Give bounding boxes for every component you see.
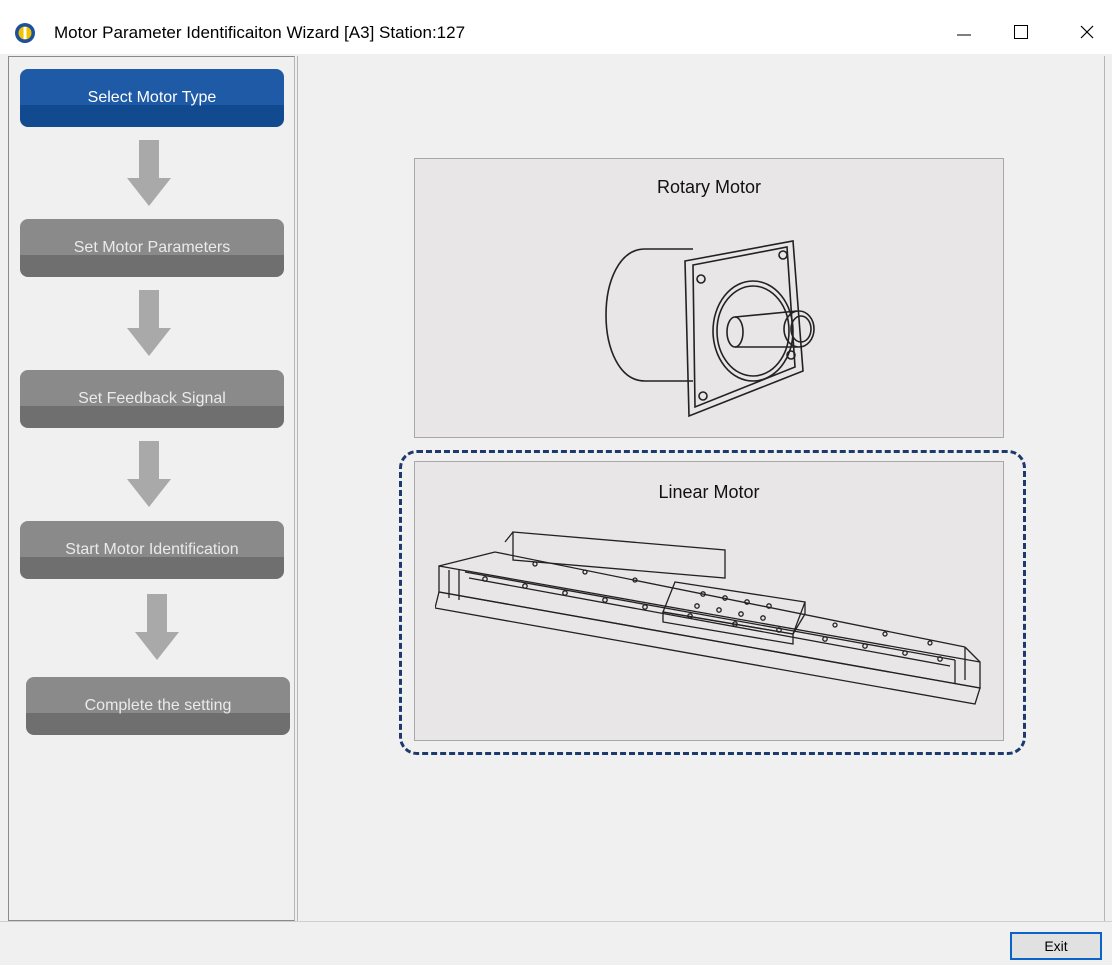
arrow-down-icon [127,140,171,206]
title-bar: Motor Parameter Identificaiton Wizard [A… [0,0,1112,54]
close-icon [1080,25,1094,39]
footer-bar [0,921,1112,965]
rotary-motor-option[interactable]: Rotary Motor [414,158,1004,438]
rotary-motor-label: Rotary Motor [656,177,762,197]
step-label: Set Motor Parameters [73,239,231,256]
arrow-down-icon [135,594,179,660]
step-label: Set Feedback Signal [78,390,226,407]
exit-button[interactable]: Exit [1010,932,1102,960]
step-start-motor-identification[interactable]: Start Motor Identification [20,521,284,579]
window-title: Motor Parameter Identificaiton Wizard [A… [54,23,466,42]
step-select-motor-type[interactable]: Select Motor Type [20,69,284,127]
minimize-button[interactable] [941,10,987,54]
step-label: Start Motor Identification [65,541,239,558]
app-logo-icon [15,23,35,43]
panel-border [1104,56,1105,921]
minimize-icon [957,34,971,36]
selection-highlight [399,450,1026,755]
step-label: Select Motor Type [87,89,217,106]
maximize-icon [1014,25,1028,39]
step-complete-the-setting[interactable]: Complete the setting [26,677,290,735]
step-label: Complete the setting [84,697,232,714]
close-button[interactable] [1064,10,1110,54]
arrow-down-icon [127,290,171,356]
rotary-motor-icon [605,240,815,418]
step-set-feedback-signal[interactable]: Set Feedback Signal [20,370,284,428]
step-set-motor-parameters[interactable]: Set Motor Parameters [20,219,284,277]
maximize-button[interactable] [998,10,1044,54]
wizard-window: Motor Parameter Identificaiton Wizard [A… [0,0,1112,965]
arrow-down-icon [127,441,171,507]
